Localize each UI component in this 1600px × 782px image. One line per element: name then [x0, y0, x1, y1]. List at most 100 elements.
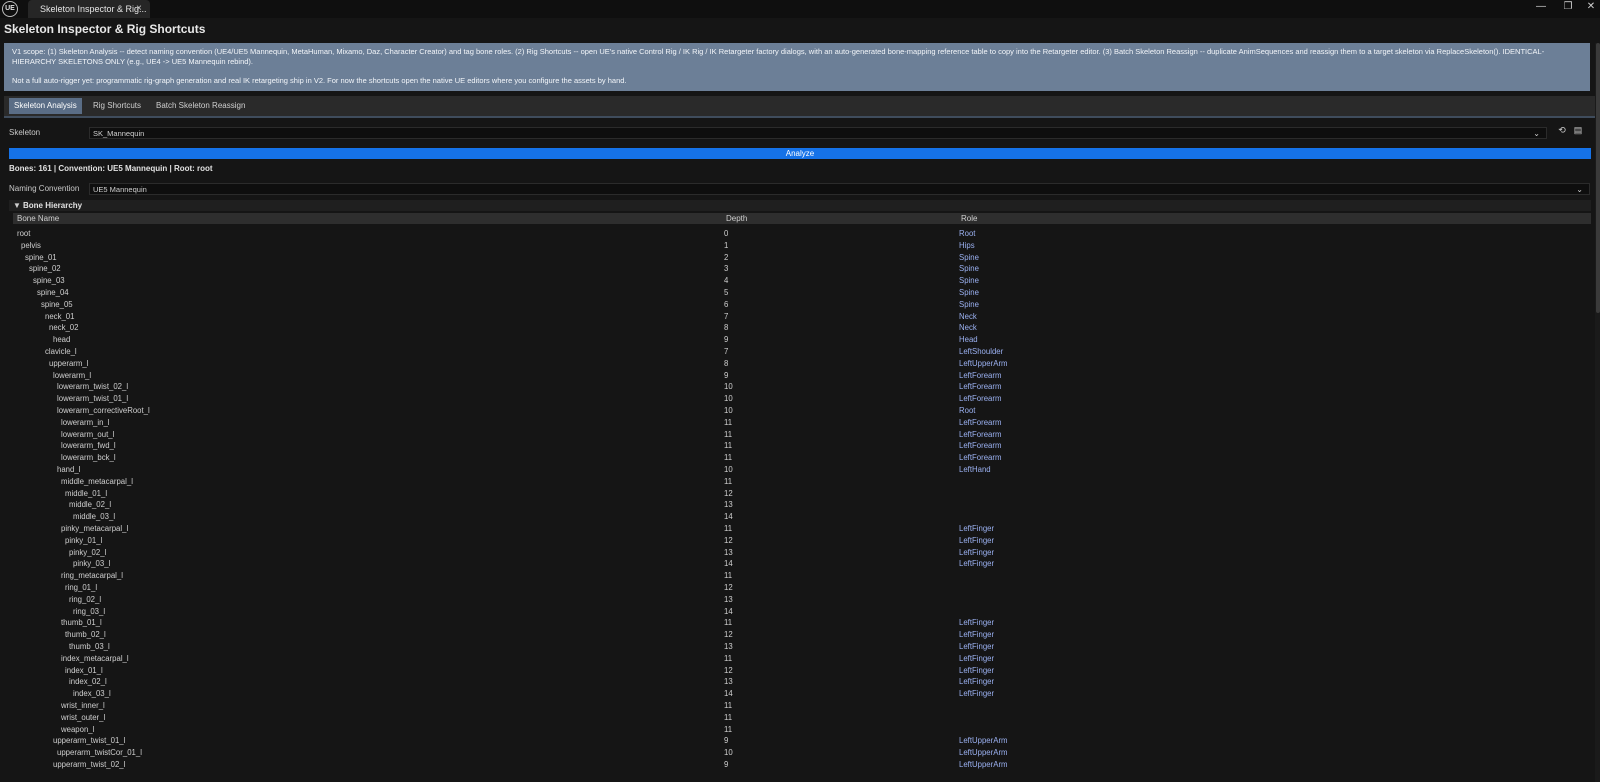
depth-cell: 11: [724, 441, 733, 451]
depth-cell: 13: [724, 547, 733, 557]
role-cell: Neck: [959, 311, 977, 321]
depth-cell: 2: [724, 252, 729, 262]
table-row[interactable]: spine_05 6 Spine: [0, 300, 1590, 312]
table-row[interactable]: lowerarm_out_l 11 LeftForearm: [0, 430, 1590, 442]
table-row[interactable]: middle_02_l 13: [0, 500, 1590, 512]
table-row[interactable]: spine_01 2 Spine: [0, 253, 1590, 265]
depth-cell: 11: [724, 712, 733, 722]
table-row[interactable]: lowerarm_correctiveRoot_l 10 Root: [0, 406, 1590, 418]
table-row[interactable]: pelvis 1 Hips: [0, 241, 1590, 253]
depth-cell: 14: [724, 606, 733, 616]
tab-batch-skeleton-reassign[interactable]: Batch Skeleton Reassign: [151, 98, 250, 114]
role-cell: Root: [959, 406, 976, 415]
table-row[interactable]: pinky_03_l 14 LeftFinger: [0, 559, 1590, 571]
bone-hierarchy-header[interactable]: ▼ Bone Hierarchy: [9, 200, 1591, 211]
collapse-triangle-icon[interactable]: ▼: [13, 201, 21, 210]
table-row[interactable]: thumb_02_l 12 LeftFinger: [0, 630, 1590, 642]
table-row[interactable]: index_01_l 12 LeftFinger: [0, 666, 1590, 678]
table-row[interactable]: pinky_metacarpal_l 11 LeftFinger: [0, 524, 1590, 536]
tab-close-icon[interactable]: ×: [136, 3, 142, 14]
chevron-down-icon: ⌄: [1576, 185, 1583, 194]
depth-cell: 9: [724, 335, 729, 345]
table-row[interactable]: lowerarm_in_l 11 LeftForearm: [0, 418, 1590, 430]
close-window-icon[interactable]: ✕: [1584, 1, 1598, 12]
depth-cell: 12: [724, 583, 733, 592]
table-row[interactable]: weapon_l 11: [0, 725, 1590, 737]
browse-to-asset-icon[interactable]: ▤: [1572, 125, 1584, 136]
table-row[interactable]: wrist_inner_l 11: [0, 701, 1590, 713]
table-row[interactable]: clavicle_l 7 LeftShoulder: [0, 347, 1590, 359]
depth-cell: 11: [724, 653, 733, 663]
table-row[interactable]: ring_01_l 12: [0, 583, 1590, 595]
role-cell: Spine: [959, 276, 979, 286]
minimize-icon[interactable]: —: [1534, 1, 1548, 12]
bone-name-cell: pinky_03_l: [73, 559, 111, 569]
table-row[interactable]: ring_02_l 13: [0, 595, 1590, 607]
bone-name-cell: ring_02_l: [69, 594, 102, 604]
table-row[interactable]: lowerarm_twist_02_l 10 LeftForearm: [0, 382, 1590, 394]
depth-cell: 13: [724, 594, 733, 604]
table-row[interactable]: upperarm_twist_01_l 9 LeftUpperArm: [0, 736, 1590, 748]
table-row[interactable]: lowerarm_bck_l 11 LeftForearm: [0, 453, 1590, 465]
table-row[interactable]: middle_03_l 14: [0, 512, 1590, 524]
role-cell: LeftHand: [959, 465, 991, 474]
depth-cell: 7: [724, 347, 729, 356]
document-tab-label: Skeleton Inspector & Rig...: [40, 4, 147, 14]
naming-convention-dropdown[interactable]: UE5 Mannequin ⌄: [89, 183, 1590, 195]
table-row[interactable]: upperarm_twistCor_01_l 10 LeftUpperArm: [0, 748, 1590, 760]
bone-name-cell: lowerarm_l: [53, 370, 92, 380]
table-row[interactable]: pinky_02_l 13 LeftFinger: [0, 548, 1590, 560]
bone-name-cell: thumb_02_l: [65, 630, 106, 640]
table-row[interactable]: thumb_01_l 11 LeftFinger: [0, 618, 1590, 630]
depth-cell: 12: [724, 665, 733, 675]
skeleton-asset-picker[interactable]: SK_Mannequin ⌄: [89, 127, 1547, 139]
table-row[interactable]: spine_04 5 Spine: [0, 288, 1590, 300]
table-row[interactable]: pinky_01_l 12 LeftFinger: [0, 536, 1590, 548]
column-depth[interactable]: Depth: [726, 214, 747, 223]
document-tab[interactable]: Skeleton Inspector & Rig... ×: [28, 0, 150, 18]
table-row[interactable]: ring_03_l 14: [0, 607, 1590, 619]
role-cell: Neck: [959, 323, 977, 333]
table-row[interactable]: lowerarm_l 9 LeftForearm: [0, 371, 1590, 383]
bone-name-cell: weapon_l: [61, 724, 95, 734]
table-row[interactable]: lowerarm_twist_01_l 10 LeftForearm: [0, 394, 1590, 406]
table-row[interactable]: thumb_03_l 13 LeftFinger: [0, 642, 1590, 654]
role-cell: LeftForearm: [959, 453, 1002, 463]
column-bone-name[interactable]: Bone Name: [17, 214, 59, 223]
tab-skeleton-analysis[interactable]: Skeleton Analysis: [9, 98, 82, 114]
use-selected-asset-icon[interactable]: ⟲: [1556, 125, 1568, 136]
table-row[interactable]: upperarm_twist_02_l 9 LeftUpperArm: [0, 760, 1590, 769]
scrollbar-thumb[interactable]: [1596, 43, 1600, 313]
table-row[interactable]: middle_metacarpal_l 11: [0, 477, 1590, 489]
table-row[interactable]: neck_02 8 Neck: [0, 323, 1590, 335]
table-row[interactable]: hand_l 10 LeftHand: [0, 465, 1590, 477]
table-row[interactable]: index_02_l 13 LeftFinger: [0, 677, 1590, 689]
role-cell: Hips: [959, 240, 975, 250]
tab-rig-shortcuts[interactable]: Rig Shortcuts: [88, 98, 146, 114]
table-row[interactable]: head 9 Head: [0, 335, 1590, 347]
chevron-down-icon: ⌄: [1533, 129, 1540, 138]
column-role[interactable]: Role: [961, 214, 977, 223]
table-row[interactable]: upperarm_l 8 LeftUpperArm: [0, 359, 1590, 371]
table-row[interactable]: index_metacarpal_l 11 LeftFinger: [0, 654, 1590, 666]
table-row[interactable]: index_03_l 14 LeftFinger: [0, 689, 1590, 701]
role-cell: Root: [959, 229, 976, 238]
bone-name-cell: ring_03_l: [73, 606, 106, 616]
table-row[interactable]: ring_metacarpal_l 11: [0, 571, 1590, 583]
table-row[interactable]: middle_01_l 12: [0, 489, 1590, 501]
skeleton-value: SK_Mannequin: [93, 129, 145, 138]
restore-icon[interactable]: ❐: [1561, 1, 1575, 12]
table-row[interactable]: spine_02 3 Spine: [0, 264, 1590, 276]
bone-name-cell: clavicle_l: [45, 347, 77, 356]
depth-cell: 12: [724, 488, 733, 498]
table-row[interactable]: neck_01 7 Neck: [0, 312, 1590, 324]
analyze-button[interactable]: Analyze: [9, 148, 1591, 159]
table-row[interactable]: spine_03 4 Spine: [0, 276, 1590, 288]
depth-cell: 10: [724, 748, 733, 758]
role-cell: Spine: [959, 299, 979, 309]
table-row[interactable]: lowerarm_fwd_l 11 LeftForearm: [0, 441, 1590, 453]
table-row[interactable]: wrist_outer_l 11: [0, 713, 1590, 725]
bone-name-cell: index_02_l: [69, 677, 107, 687]
depth-cell: 11: [724, 701, 733, 710]
table-row[interactable]: root 0 Root: [0, 229, 1590, 241]
